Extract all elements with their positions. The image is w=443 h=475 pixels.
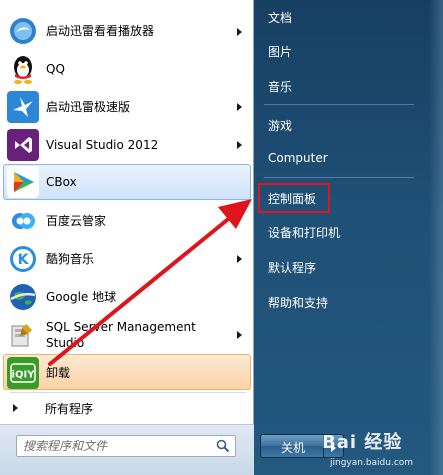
submenu-arrow-icon — [237, 331, 242, 339]
right-item-pictures[interactable]: 图片 — [260, 39, 410, 63]
right-item-label: 文档 — [268, 11, 293, 25]
search-area — [0, 424, 254, 475]
right-item-label: 图片 — [268, 45, 293, 59]
start-menu-left-panel: 启动迅雷看看播放器 QQ 启动迅雷极速版 Visual Studio 2012 — [0, 0, 254, 475]
program-label-line1: SQL Server Management — [46, 320, 196, 334]
right-item-help-support[interactable]: 帮助和支持 — [260, 290, 410, 314]
program-item-visual-studio[interactable]: Visual Studio 2012 — [3, 126, 251, 162]
shutdown-button[interactable]: 关机 — [260, 434, 324, 458]
program-label: 卸载 — [46, 366, 71, 380]
program-label: CBox — [46, 175, 77, 189]
program-item-xunlei-kankan[interactable]: 启动迅雷看看播放器 — [3, 14, 251, 48]
program-label: QQ — [46, 62, 65, 76]
svg-text:K: K — [18, 252, 30, 268]
right-item-label: 游戏 — [268, 119, 293, 133]
program-label: Visual Studio 2012 — [46, 138, 159, 152]
watermark: Bai 经验 jingyan.baidu.com — [322, 428, 440, 474]
right-item-games[interactable]: 游戏 — [260, 113, 410, 137]
search-box[interactable] — [16, 435, 236, 457]
program-label: 启动迅雷极速版 — [46, 100, 131, 114]
right-item-label: 音乐 — [268, 80, 293, 94]
search-input[interactable] — [23, 438, 208, 454]
cbox-icon — [7, 166, 39, 198]
right-divider — [264, 104, 414, 105]
submenu-arrow-icon — [237, 103, 242, 111]
program-label-line2: Studio — [46, 336, 85, 350]
program-item-qq[interactable]: QQ — [3, 50, 251, 86]
program-item-baidu-cloud[interactable]: 百度云管家 — [3, 202, 251, 238]
program-item-sql-server[interactable]: SQL Server Management Studio — [3, 316, 251, 352]
right-item-computer[interactable]: Computer — [260, 147, 410, 171]
program-item-google-earth[interactable]: Google 地球 — [3, 278, 251, 314]
right-item-label: 帮助和支持 — [268, 296, 329, 310]
expand-arrow-icon — [13, 404, 18, 412]
xunlei-kankan-icon — [7, 15, 39, 47]
left-divider — [10, 392, 246, 393]
submenu-arrow-icon — [237, 141, 242, 149]
program-label: 启动迅雷看看播放器 — [46, 24, 155, 38]
right-item-documents[interactable]: 文档 — [260, 5, 410, 29]
search-icon[interactable] — [216, 439, 230, 453]
baidu-cloud-icon — [7, 205, 39, 237]
kugou-icon: K — [7, 243, 39, 275]
watermark-url: jingyan.baidu.com — [330, 458, 414, 468]
program-item-xunlei-speed[interactable]: 启动迅雷极速版 — [3, 88, 251, 124]
visual-studio-icon — [7, 129, 39, 161]
program-item-cbox[interactable]: CBox — [3, 164, 251, 200]
qq-penguin-icon — [7, 53, 39, 85]
submenu-arrow-icon — [237, 28, 242, 36]
right-item-label: Computer — [268, 151, 328, 165]
program-item-uninstall[interactable]: iQIY 卸载 — [3, 354, 251, 390]
all-programs-label: 所有程序 — [45, 402, 94, 416]
xunlei-bird-icon — [7, 91, 39, 123]
svg-text:iQIY: iQIY — [12, 370, 36, 381]
program-label: 酷狗音乐 — [46, 252, 95, 266]
all-programs-button[interactable]: 所有程序 — [3, 396, 251, 420]
right-item-label: 设备和打印机 — [268, 226, 341, 240]
sql-server-icon — [7, 319, 39, 351]
right-divider — [264, 177, 414, 178]
program-item-kugou[interactable]: K 酷狗音乐 — [3, 240, 251, 276]
google-earth-icon — [7, 281, 39, 313]
annotation-highlight-box — [258, 183, 330, 213]
right-item-music[interactable]: 音乐 — [260, 74, 410, 98]
program-label: 百度云管家 — [46, 214, 107, 228]
iqiyi-icon: iQIY — [7, 357, 39, 389]
shutdown-label: 关机 — [281, 441, 306, 455]
right-item-devices-printers[interactable]: 设备和打印机 — [260, 220, 410, 244]
submenu-arrow-icon — [237, 255, 242, 263]
program-label: Google 地球 — [46, 290, 117, 304]
right-item-default-programs[interactable]: 默认程序 — [260, 255, 410, 279]
watermark-brand: Bai 经验 — [322, 432, 403, 453]
right-item-label: 默认程序 — [268, 261, 317, 275]
